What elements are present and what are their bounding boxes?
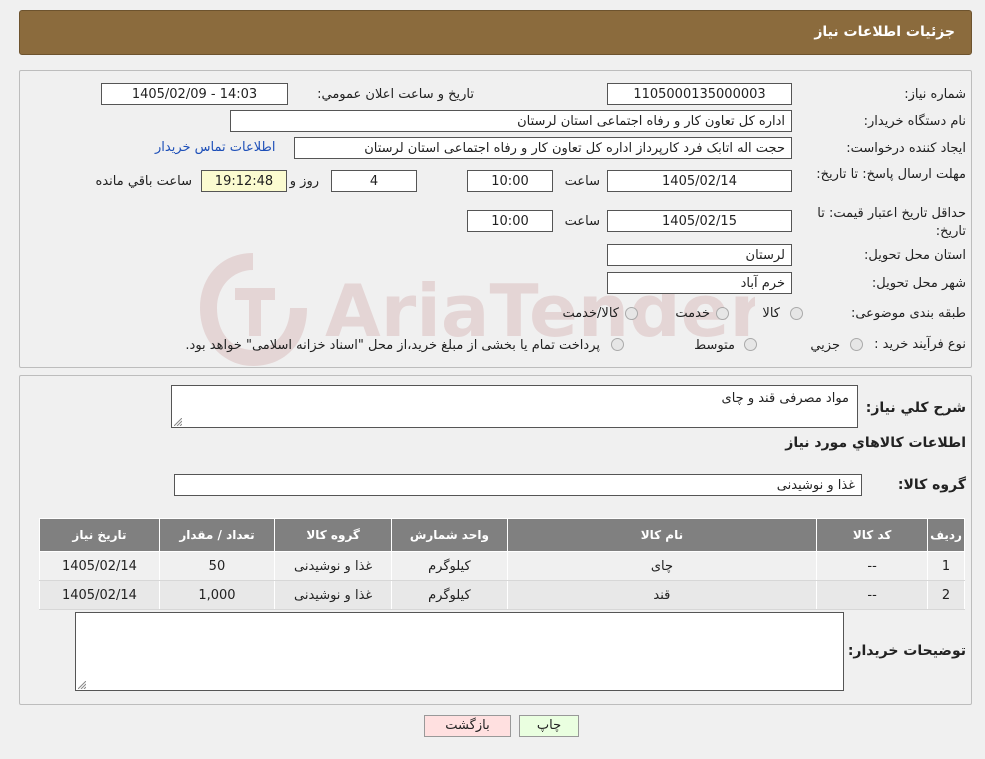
page-header: جزئیات اطلاعات نیاز <box>19 10 972 55</box>
description-text: مواد مصرفی قند و چای <box>721 391 849 406</box>
province-field: لرستان <box>607 244 792 266</box>
need-number-field: 1105000135000003 <box>607 83 792 105</box>
buyer-notes-field[interactable] <box>75 612 844 691</box>
page-title: جزئیات اطلاعات نیاز <box>814 24 955 40</box>
description-field: مواد مصرفی قند و چای <box>171 385 858 428</box>
buyer-notes-label: توضيحات خريدار: <box>847 643 966 659</box>
process-option-minor: جزيي <box>810 338 840 353</box>
print-button[interactable]: چاپ <box>519 715 579 737</box>
cell-row: 2 <box>927 580 965 610</box>
cell-code: -- <box>816 551 928 581</box>
resize-grip-icon <box>174 418 182 426</box>
cell-unit: کیلوگرم <box>391 580 508 610</box>
validity-date-field: 1405/02/15 <box>607 210 792 232</box>
description-label: شرح کلي نياز: <box>865 400 966 416</box>
remaining-label: ساعت باقي مانده <box>95 174 192 189</box>
process-radio-treasury[interactable] <box>611 338 624 351</box>
goods-group-field: غذا و نوشیدنی <box>174 474 862 496</box>
col-unit: واحد شمارش <box>391 518 508 552</box>
col-quantity: تعداد / مقدار <box>158 518 275 552</box>
city-field: خرم آباد <box>607 272 792 294</box>
requester-field: حجت اله اتابک فرد کارپرداز اداره کل تعاو… <box>294 137 792 159</box>
process-note: پرداخت تمام يا بخشی از مبلغ خريد،از محل … <box>185 338 600 353</box>
process-radio-minor[interactable] <box>850 338 863 351</box>
col-group: گروه کالا <box>273 518 393 552</box>
province-label: استان محل تحويل: <box>864 248 966 263</box>
buyer-org-field: اداره کل تعاون کار و رفاه اجتماعی استان … <box>230 110 792 132</box>
category-radio-goods-service[interactable] <box>625 307 638 320</box>
cell-row: 1 <box>927 551 965 581</box>
goods-group-label: گروه کالا: <box>897 477 966 493</box>
goods-table: تاريخ نياز تعداد / مقدار گروه کالا واحد … <box>39 518 965 610</box>
col-row: رديف <box>927 518 965 552</box>
table-header-row: تاريخ نياز تعداد / مقدار گروه کالا واحد … <box>39 518 965 552</box>
goods-section-title: اطلاعات کالاهاي مورد نياز <box>785 435 966 451</box>
validity-label: حداقل تاريخ اعتبار قيمت: تا تاريخ: <box>817 206 966 239</box>
cell-group: غذا و نوشیدنی <box>273 580 393 610</box>
cell-need-date: 1405/02/14 <box>39 551 160 581</box>
category-option-goods-service: کالا/خدمت <box>562 306 619 321</box>
announce-field: 1405/02/09 - 14:03 <box>101 83 288 105</box>
back-button[interactable]: بازگشت <box>424 715 511 737</box>
cell-name: چای <box>506 551 818 581</box>
requester-label: ايجاد کننده درخواست: <box>846 141 966 156</box>
validity-time-field: 10:00 <box>467 210 553 232</box>
col-name: نام کالا <box>506 518 818 552</box>
deadline-date-field: 1405/02/14 <box>607 170 792 192</box>
cell-need-date: 1405/02/14 <box>39 580 160 610</box>
days-label: روز و <box>289 174 319 189</box>
resize-grip-icon <box>78 681 86 689</box>
deadline-time-label: ساعت <box>564 174 600 189</box>
deadline-time-field: 10:00 <box>467 170 553 192</box>
cell-name: قند <box>506 580 818 610</box>
table-row: 1405/02/14 1,000 غذا و نوشیدنی کیلوگرم ق… <box>39 580 965 610</box>
category-option-goods: کالا <box>762 306 780 321</box>
cell-unit: کیلوگرم <box>391 551 508 581</box>
category-radio-goods[interactable] <box>790 307 803 320</box>
col-code: کد کالا <box>816 518 928 552</box>
buyer-org-label: نام دستگاه خريدار: <box>863 114 966 129</box>
category-option-service: خدمت <box>675 306 710 321</box>
remaining-time-field: 19:12:48 <box>201 170 287 192</box>
buyer-contact-link[interactable]: اطلاعات تماس خريدار <box>155 140 275 155</box>
announce-label: تاريخ و ساعت اعلان عمومي: <box>317 87 474 102</box>
days-field: 4 <box>331 170 417 192</box>
cell-code: -- <box>816 580 928 610</box>
cell-group: غذا و نوشیدنی <box>273 551 393 581</box>
process-label: نوع فرآيند خريد : <box>874 337 966 352</box>
process-radio-medium[interactable] <box>744 338 757 351</box>
city-label: شهر محل تحويل: <box>871 276 966 291</box>
table-row: 1405/02/14 50 غذا و نوشیدنی کیلوگرم چای … <box>39 551 965 581</box>
cell-quantity: 50 <box>158 551 275 581</box>
col-need-date: تاريخ نياز <box>39 518 160 552</box>
cell-quantity: 1,000 <box>158 580 275 610</box>
category-radio-service[interactable] <box>716 307 729 320</box>
deadline-label: مهلت ارسال پاسخ: تا تاريخ: <box>816 167 966 182</box>
validity-time-label: ساعت <box>564 214 600 229</box>
process-option-medium: متوسط <box>694 338 735 353</box>
category-label: طبقه بندی موضوعی: <box>850 306 966 321</box>
need-number-label: شماره نیاز: <box>904 87 966 102</box>
